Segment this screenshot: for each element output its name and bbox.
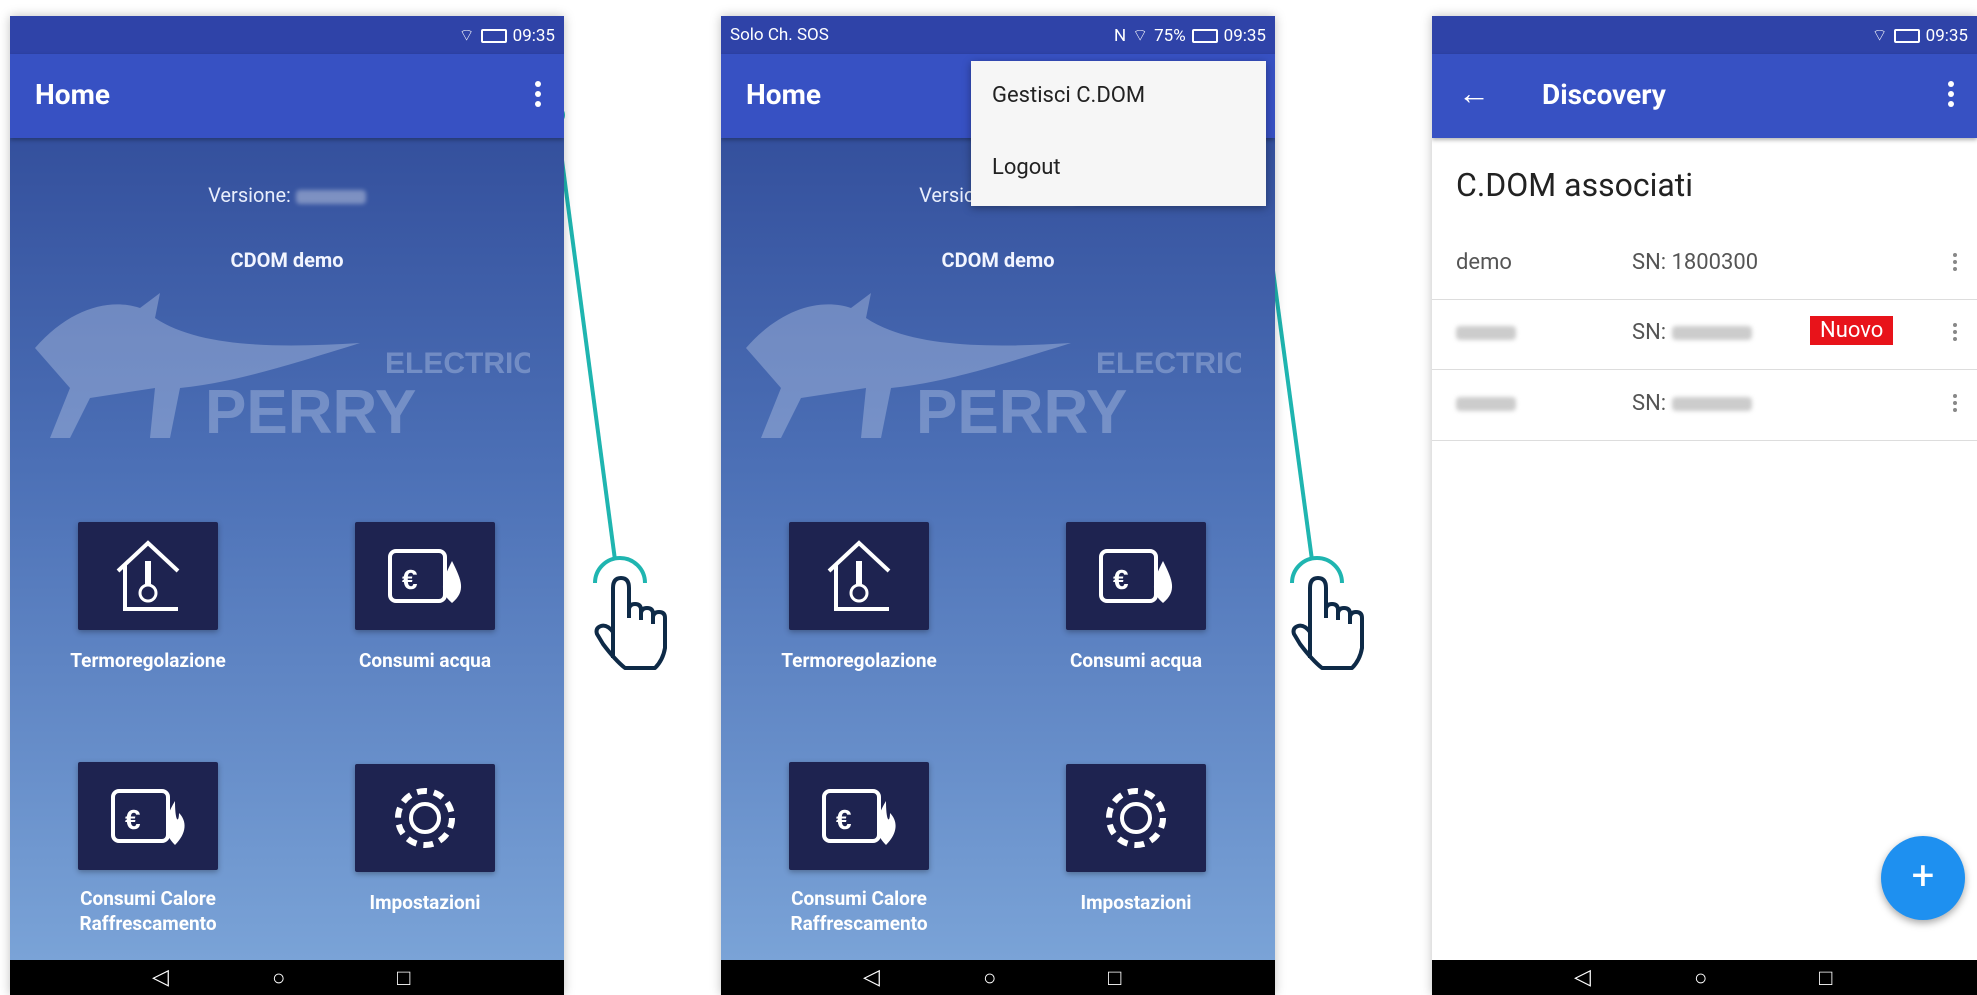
page-title: Home [746,78,821,111]
app-bar: Home [10,54,564,138]
new-badge: Nuovo [1810,316,1894,345]
list-item[interactable]: demo SN: 1800300 [1432,229,1977,300]
home-nav-icon[interactable]: ○ [1694,965,1707,991]
overflow-menu-icon[interactable] [530,78,546,114]
wifi-icon: ⌔ [1871,26,1888,46]
impostazioni-label: Impostazioni [1080,891,1192,914]
svg-text:PERRY: PERRY [205,378,416,447]
add-button[interactable]: + [1881,836,1965,920]
home-nav-icon[interactable]: ○ [983,965,996,991]
gear-icon [395,788,455,848]
recents-nav-icon[interactable]: □ [1108,965,1121,991]
overflow-menu-icon[interactable] [1943,78,1959,114]
device-name [1456,320,1516,345]
svg-text:ELECTRIC: ELECTRIC [1096,347,1241,380]
wifi-icon: ⌔ [458,26,475,46]
consumi-calore-label: Consumi Calore Raffrescamento [790,887,928,935]
recents-nav-icon[interactable]: □ [397,965,410,991]
back-nav-icon[interactable]: ◁ [1574,965,1591,990]
battery-icon [1191,28,1218,43]
nfc-icon: N [1113,25,1127,46]
tap-hand-icon [1290,556,1364,670]
home-content: Versione: CDOM demo ELECTRIC PERRY Termo… [10,138,564,960]
status-time: 09:35 [1223,25,1266,46]
device-name: CDOM demo [941,248,1055,272]
status-bar: ⌔ 09:35 [10,16,564,54]
list-item[interactable]: SN: Nuovo [1432,299,1977,370]
page-title: Discovery [1542,78,1666,111]
svg-text:€: € [125,804,141,835]
status-bar: ⌔ 09:35 [1432,16,1977,54]
thermometer-house-icon [116,540,180,611]
page-title: Home [35,78,110,111]
consumi-calore-label: Consumi Calore Raffrescamento [79,887,217,935]
device-serial: SN: 1800300 [1632,250,1759,275]
wallet-flame-icon: € [111,789,185,845]
phone-discovery: ⌔ 09:35 ← Discovery C.DOM associati demo… [1432,16,1977,995]
wifi-icon: ⌔ [1132,26,1149,46]
svg-text:ELECTRIC: ELECTRIC [385,347,530,380]
row-menu-icon[interactable] [1953,394,1959,415]
menu-item-logout[interactable]: Logout [971,133,1266,205]
back-arrow-icon[interactable]: ← [1458,74,1490,112]
home-nav-icon[interactable]: ○ [272,965,285,991]
status-time: 09:35 [512,25,555,46]
termoregolazione-label: Termoregolazione [781,649,937,672]
consumi-acqua-tile[interactable]: € [1066,522,1206,630]
battery-icon [480,28,507,43]
section-title: C.DOM associati [1456,166,1694,204]
device-name [1456,391,1516,416]
system-nav-bar: ◁ ○ □ [721,960,1275,995]
version-text: Versione: [10,183,564,207]
wallet-water-icon: € [388,549,462,603]
phone-home: ⌔ 09:35 Home Versione: CDOM demo ELECTRI… [10,16,564,995]
device-name: demo [1456,250,1512,275]
svg-text:€: € [836,804,852,835]
app-bar: ← Discovery [1432,54,1977,138]
device-name: CDOM demo [230,248,344,272]
battery-icon [1893,28,1920,43]
row-menu-icon[interactable] [1953,253,1959,274]
consumi-calore-tile[interactable]: € [78,762,218,870]
home-content: Versione: CDOM demo ELECTRIC PERRY Termo… [721,138,1275,960]
perry-logo: ELECTRIC PERRY [746,293,1241,447]
consumi-acqua-tile[interactable]: € [355,522,495,630]
termoregolazione-tile[interactable] [789,522,929,630]
consumi-calore-tile[interactable]: € [789,762,929,870]
back-nav-icon[interactable]: ◁ [152,965,169,990]
back-nav-icon[interactable]: ◁ [863,965,880,990]
wallet-flame-icon: € [822,789,896,845]
status-bar: Solo Ch. SOS N ⌔ 75% 09:35 [721,16,1275,54]
gear-icon [1106,788,1166,848]
svg-text:PERRY: PERRY [916,378,1127,447]
carrier-text: Solo Ch. SOS [730,25,829,45]
system-nav-bar: ◁ ○ □ [1432,960,1977,995]
termoregolazione-label: Termoregolazione [70,649,226,672]
thermometer-house-icon [827,540,891,611]
device-serial: SN: [1632,391,1752,416]
impostazioni-tile[interactable] [355,764,495,872]
perry-logo: ELECTRIC PERRY [35,293,530,447]
consumi-acqua-label: Consumi acqua [1069,649,1202,672]
svg-text:€: € [1113,564,1129,595]
tap-hand-icon [593,556,667,670]
device-serial: SN: [1632,320,1752,345]
impostazioni-label: Impostazioni [369,891,481,914]
list-item[interactable]: SN: [1432,370,1977,441]
battery-percent: 75% [1154,25,1186,46]
status-time: 09:35 [1925,25,1968,46]
overflow-menu: Gestisci C.DOM Logout [971,61,1266,206]
system-nav-bar: ◁ ○ □ [10,960,564,995]
phone-home-menu: Solo Ch. SOS N ⌔ 75% 09:35 Home Gestisci… [721,16,1275,995]
consumi-acqua-label: Consumi acqua [358,649,491,672]
menu-item-gestisci[interactable]: Gestisci C.DOM [971,61,1266,133]
impostazioni-tile[interactable] [1066,764,1206,872]
wallet-water-icon: € [1099,549,1173,603]
row-menu-icon[interactable] [1953,323,1959,344]
svg-text:€: € [402,564,418,595]
termoregolazione-tile[interactable] [78,522,218,630]
recents-nav-icon[interactable]: □ [1819,965,1832,991]
